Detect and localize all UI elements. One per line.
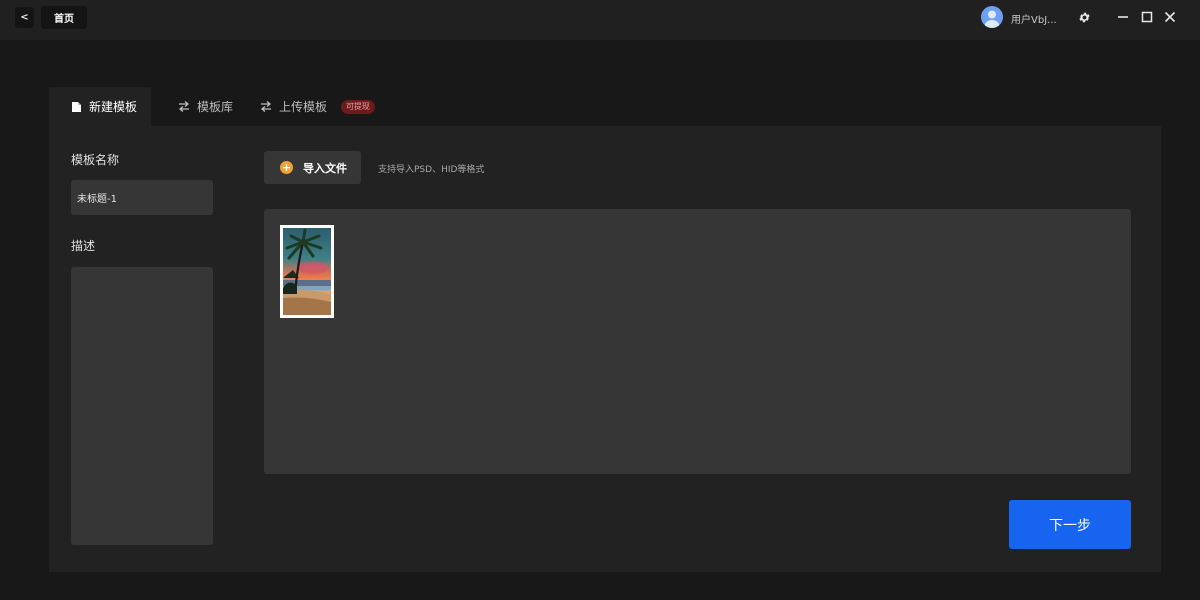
gear-icon[interactable] (1078, 11, 1091, 24)
close-icon[interactable] (1163, 10, 1177, 24)
tab-label: 新建模板 (89, 100, 138, 114)
tab-upload-template[interactable]: 上传模板 可提现 (260, 87, 376, 126)
tab-template-library[interactable]: 模板库 (178, 87, 233, 126)
template-name-label: 模板名称 (71, 153, 120, 167)
user-icon (985, 10, 999, 28)
tab-home[interactable]: 首页 (41, 6, 87, 29)
import-hint: 支持导入PSD、HID等格式 (378, 165, 485, 175)
tab-new-template[interactable]: 新建模板 (49, 87, 151, 126)
minimize-icon[interactable] (1116, 10, 1130, 24)
back-button[interactable]: < (15, 7, 34, 28)
description-label: 描述 (71, 239, 96, 253)
tab-label: 模板库 (197, 100, 234, 114)
file-drop-area[interactable] (264, 209, 1131, 474)
tab-label: 上传模板 (279, 100, 328, 114)
import-file-button[interactable]: + 导入文件 (264, 151, 361, 184)
template-name-input[interactable] (71, 180, 213, 215)
template-thumbnail[interactable] (280, 225, 334, 318)
swap-icon (260, 101, 272, 112)
import-button-label: 导入文件 (303, 161, 347, 175)
next-step-button[interactable]: 下一步 (1009, 500, 1131, 549)
swap-icon (178, 101, 190, 112)
document-icon (72, 101, 81, 112)
maximize-icon[interactable] (1140, 10, 1154, 24)
title-bar: < 首页 用户VbJ... (0, 0, 1200, 40)
username[interactable]: 用户VbJ... (1011, 11, 1057, 26)
description-textarea[interactable] (71, 267, 213, 545)
plus-icon: + (280, 161, 293, 174)
avatar[interactable] (981, 6, 1003, 28)
beach-sunset-palm-image (283, 228, 331, 315)
withdrawable-badge: 可提现 (341, 99, 376, 114)
